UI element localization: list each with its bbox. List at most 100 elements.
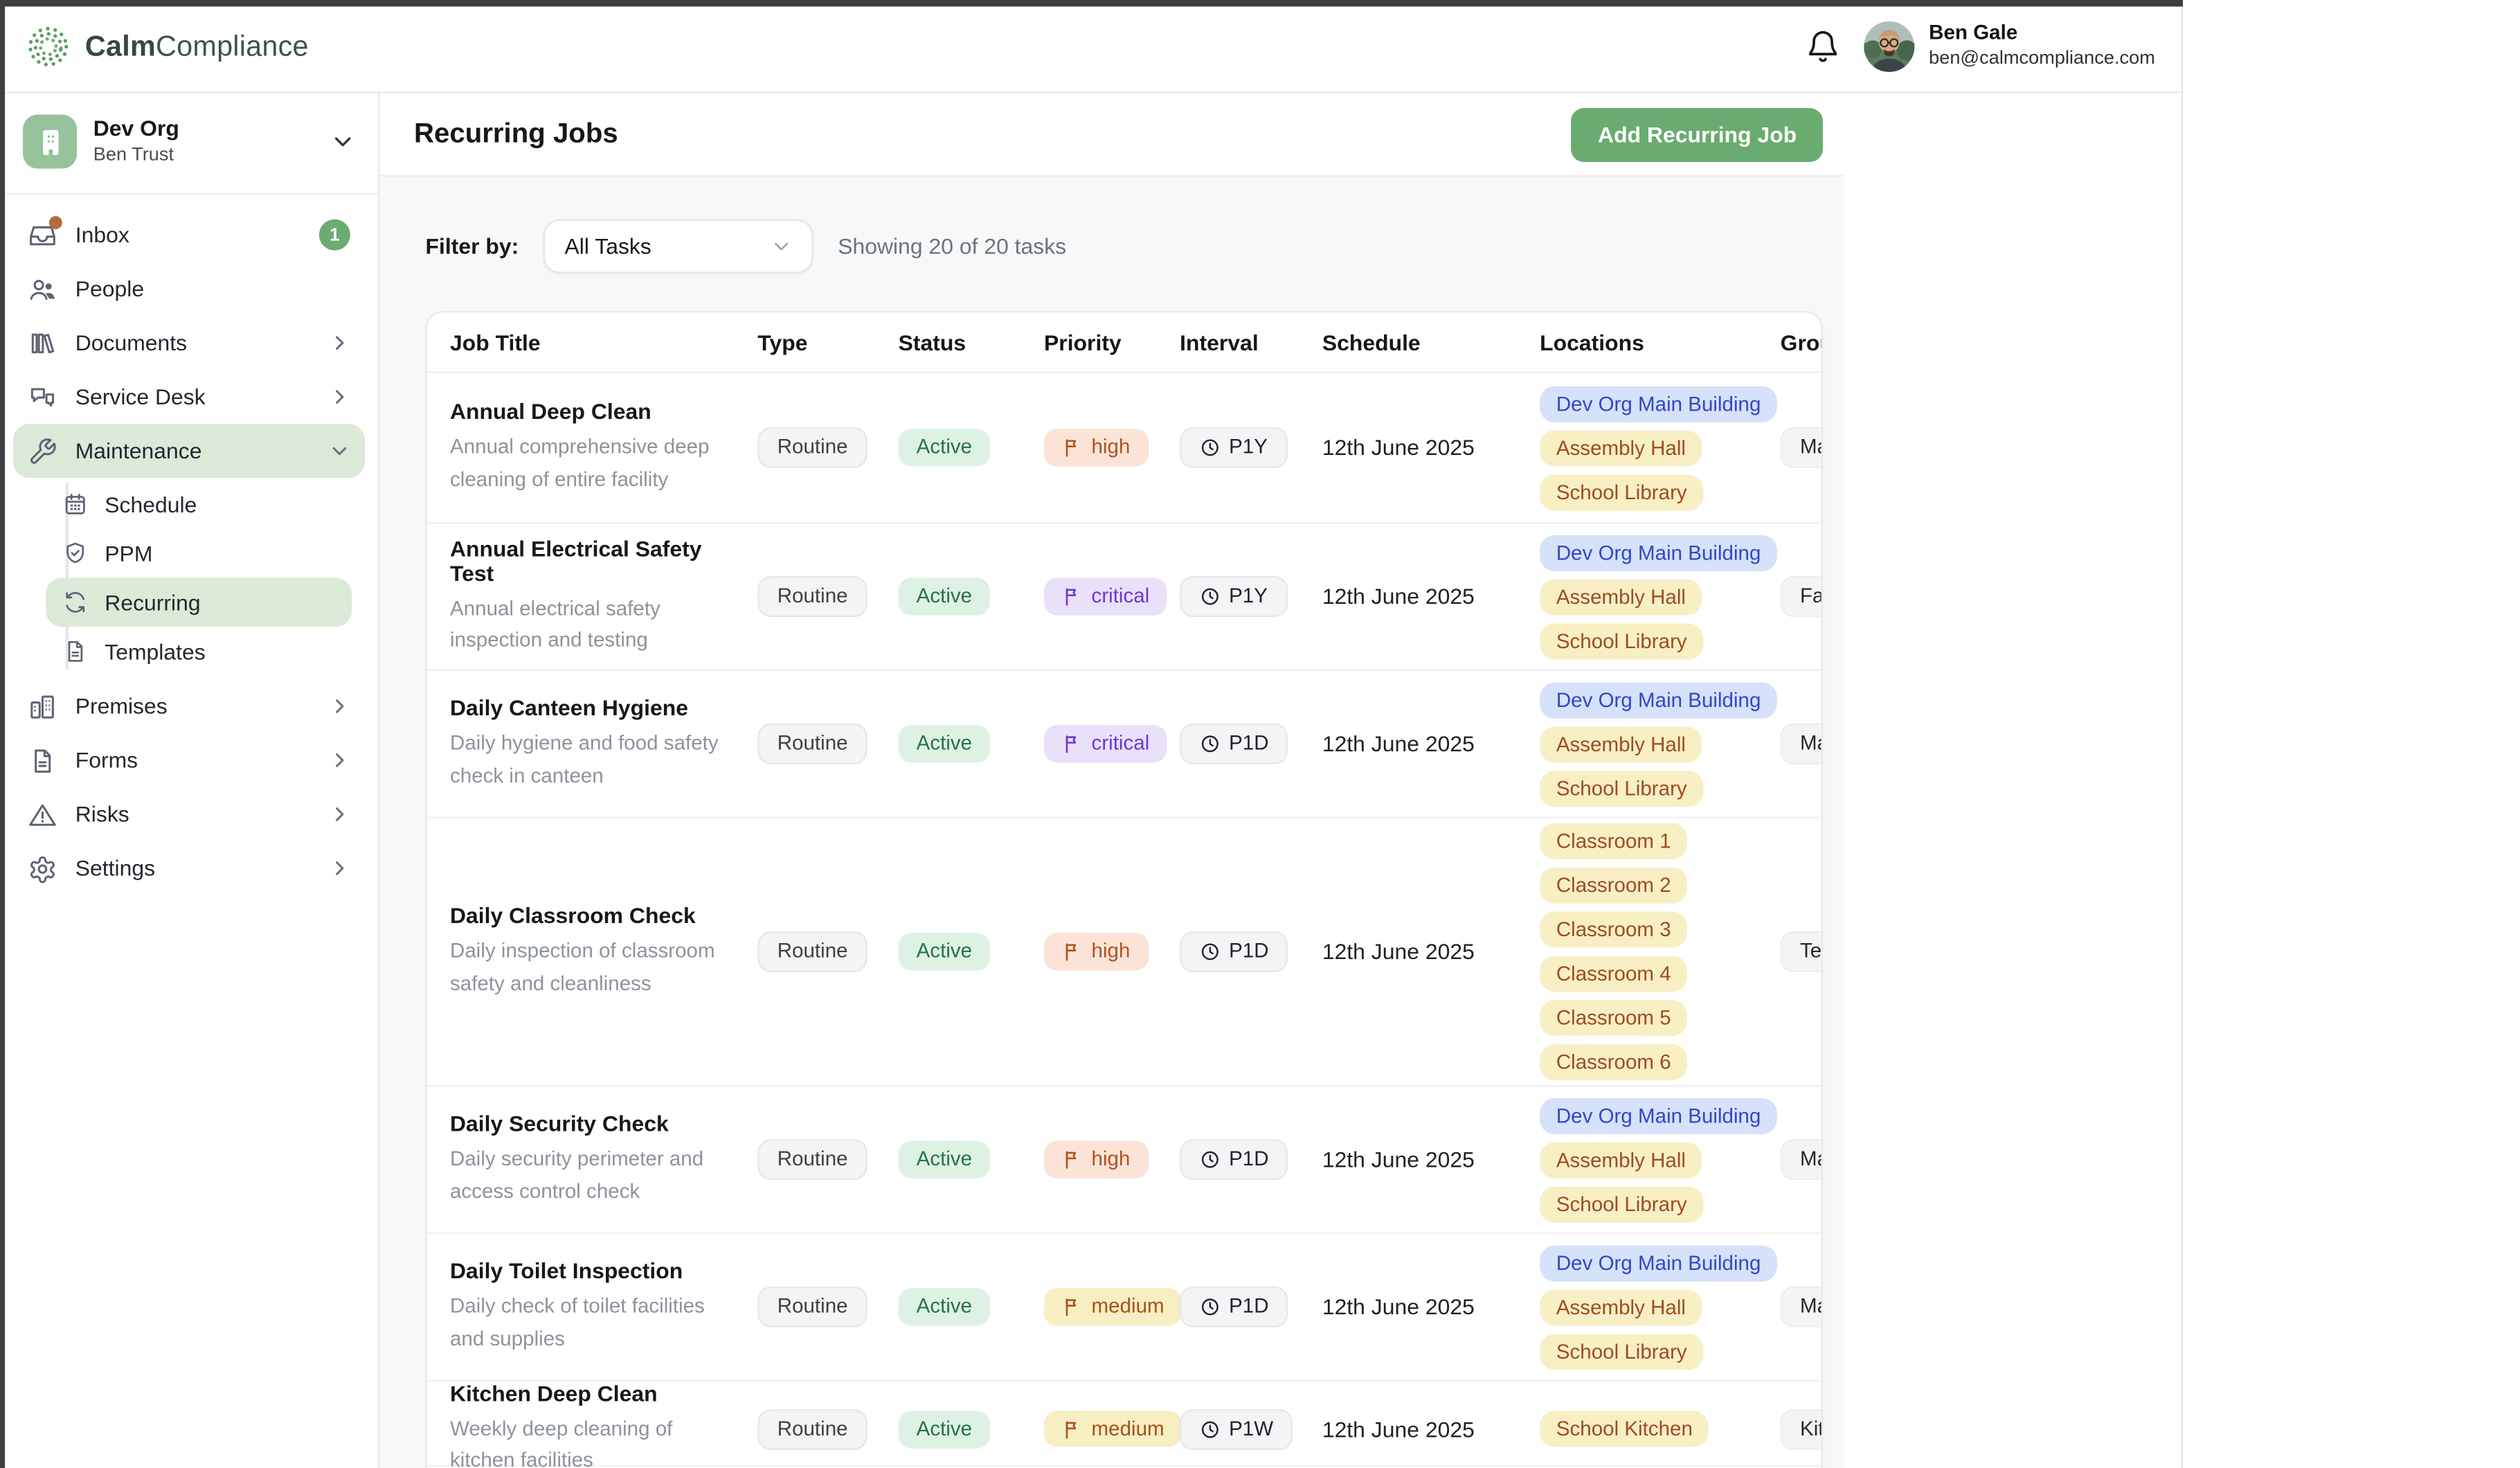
- chevron-right-icon: [329, 750, 350, 771]
- sidebar-item-maintenance[interactable]: Maintenance: [13, 424, 365, 478]
- logo-swirl-icon: [26, 24, 71, 68]
- type-cell: Routine: [757, 428, 898, 468]
- sidebar-item-label: Service Desk: [75, 384, 311, 409]
- table-row: Kitchen Deep Clean Weekly deep cleaning o…: [427, 1380, 1821, 1465]
- user-email: ben@calmcompliance.com: [1929, 47, 2155, 71]
- top-header: CalmCompliance: [0, 0, 2181, 93]
- sidebar-nav: Inbox1People Documents Service Desk Mainten…: [0, 208, 378, 895]
- column-header-status: Status: [899, 330, 1044, 354]
- status-badge: Active: [899, 726, 990, 762]
- sidebar-subitem-label: Recurring: [105, 590, 200, 614]
- flag-icon: [1062, 586, 1083, 607]
- sidebar-item-label: Premises: [75, 694, 311, 718]
- type-badge: Routine: [757, 1140, 867, 1180]
- sidebar-item-label: Settings: [75, 856, 311, 880]
- sidebar-item-label: Maintenance: [75, 438, 311, 463]
- flag-icon: [1062, 1419, 1083, 1440]
- sidebar-item-templates[interactable]: Templates: [46, 627, 352, 676]
- job-description: Weekly deep cleaning of kitchen faciliti…: [450, 1414, 741, 1468]
- priority-badge: medium: [1044, 1411, 1182, 1448]
- priority-cell: high: [1044, 1141, 1180, 1179]
- locations-cell: Dev Org Main BuildingAssembly HallSchool…: [1540, 681, 1780, 806]
- interval-cell: P1Y: [1180, 577, 1322, 617]
- screen: CalmCompliance: [0, 0, 2520, 1468]
- filter-label: Filter by:: [426, 234, 519, 258]
- location-tag: Assembly Hall: [1540, 429, 1702, 465]
- sidebar-item-people[interactable]: People: [13, 262, 365, 316]
- recurring-icon: [62, 589, 89, 616]
- column-header-type: Type: [757, 330, 898, 354]
- status-cell: Active: [899, 933, 1044, 970]
- page-title: Recurring Jobs: [414, 118, 618, 150]
- sidebar-item-ppm[interactable]: PPM: [46, 528, 352, 578]
- groups-cell: Maintenance Team: [1781, 1140, 1823, 1180]
- sidebar-item-label: Documents: [75, 330, 311, 355]
- priority-badge: medium: [1044, 1289, 1182, 1325]
- status-cell: Active: [899, 1141, 1044, 1178]
- priority-badge: high: [1044, 933, 1148, 970]
- schedule-date: 12th June 2025: [1322, 732, 1540, 756]
- calendar-icon: [62, 491, 89, 517]
- sidebar-item-forms[interactable]: Forms: [13, 733, 365, 787]
- status-badge: Active: [899, 429, 990, 466]
- status-cell: Active: [899, 578, 1044, 615]
- job-title-cell: Annual Electrical Safety TestAnnual elec…: [450, 536, 757, 656]
- job-title-cell: Annual Deep CleanAnnual comprehensive de…: [450, 400, 757, 496]
- clock-icon: [1200, 941, 1221, 963]
- interval-badge: P1D: [1180, 1287, 1288, 1327]
- type-badge: Routine: [757, 724, 867, 764]
- clock-icon: [1200, 586, 1221, 607]
- interval-cell: P1Y: [1180, 428, 1322, 468]
- type-cell: Routine: [757, 577, 898, 617]
- sidebar-item-inbox[interactable]: Inbox1: [13, 208, 365, 262]
- job-title: Daily Toilet Inspection: [450, 1259, 741, 1283]
- gear-icon: [28, 854, 57, 884]
- location-tag: Dev Org Main Building: [1540, 535, 1777, 571]
- table-header-row: Job TitleTypeStatusPriorityIntervalSched…: [427, 312, 1821, 371]
- sidebar-item-recurring[interactable]: Recurring: [46, 578, 352, 627]
- sidebar-item-schedule[interactable]: Schedule: [46, 480, 352, 529]
- sidebar-item-documents[interactable]: Documents: [13, 316, 365, 370]
- priority-badge: critical: [1044, 725, 1167, 762]
- type-badge: Routine: [757, 577, 867, 617]
- group-badge: Maintenance Team: [1781, 428, 1823, 468]
- type-badge: Routine: [757, 932, 867, 972]
- location-tag: School Library: [1540, 1333, 1703, 1369]
- schedule-date: 12th June 2025: [1322, 1147, 1540, 1172]
- top-right-cluster: Ben Gale ben@calmcompliance.com: [1805, 21, 2155, 71]
- brand-name: CalmCompliance: [85, 28, 309, 63]
- org-building-icon: [23, 114, 77, 168]
- add-recurring-job-button[interactable]: Add Recurring Job: [1572, 107, 1823, 161]
- schedule-date: 12th June 2025: [1322, 584, 1540, 609]
- warning-icon: [28, 800, 57, 830]
- job-title: Kitchen Deep Clean: [450, 1381, 741, 1406]
- chevron-down-icon: [330, 129, 354, 154]
- people-icon: [28, 274, 57, 304]
- priority-cell: high: [1044, 933, 1180, 971]
- sidebar-item-risks[interactable]: Risks: [13, 787, 365, 841]
- job-description: Daily hygiene and food safety check in c…: [450, 728, 741, 792]
- page-header: Recurring Jobs Add Recurring Job: [379, 93, 1844, 177]
- brand-name-bold: Calm: [85, 28, 156, 61]
- location-tag: Assembly Hall: [1540, 1289, 1702, 1325]
- org-switcher[interactable]: Dev Org Ben Trust: [0, 102, 378, 182]
- brand-logo[interactable]: CalmCompliance: [26, 24, 309, 68]
- window-left-edge: [0, 0, 5, 1468]
- sidebar: Dev Org Ben Trust Inbox1People Documents S…: [0, 93, 379, 1468]
- chevron-down-icon: [771, 235, 792, 257]
- user-menu[interactable]: Ben Gale ben@calmcompliance.com: [1864, 21, 2155, 71]
- location-tag: Classroom 4: [1540, 956, 1687, 992]
- table-row: Annual Electrical Safety TestAnnual elec…: [427, 522, 1821, 670]
- sidebar-item-service-desk[interactable]: Service Desk: [13, 370, 365, 424]
- sidebar-item-label: Risks: [75, 802, 311, 826]
- chevron-right-icon: [329, 386, 350, 408]
- task-filter-select[interactable]: All Tasks: [543, 220, 813, 274]
- sidebar-item-premises[interactable]: Premises: [13, 679, 365, 733]
- group-badge: Teaching Staff: [1781, 932, 1823, 972]
- flag-icon: [1062, 1296, 1083, 1318]
- schedule-date: 12th June 2025: [1322, 1295, 1540, 1319]
- job-title-cell: Daily Security CheckDaily security perim…: [450, 1111, 757, 1208]
- sidebar-item-settings[interactable]: Settings: [13, 841, 365, 895]
- notifications-bell-icon[interactable]: [1805, 28, 1841, 64]
- priority-cell: medium: [1044, 1289, 1180, 1326]
